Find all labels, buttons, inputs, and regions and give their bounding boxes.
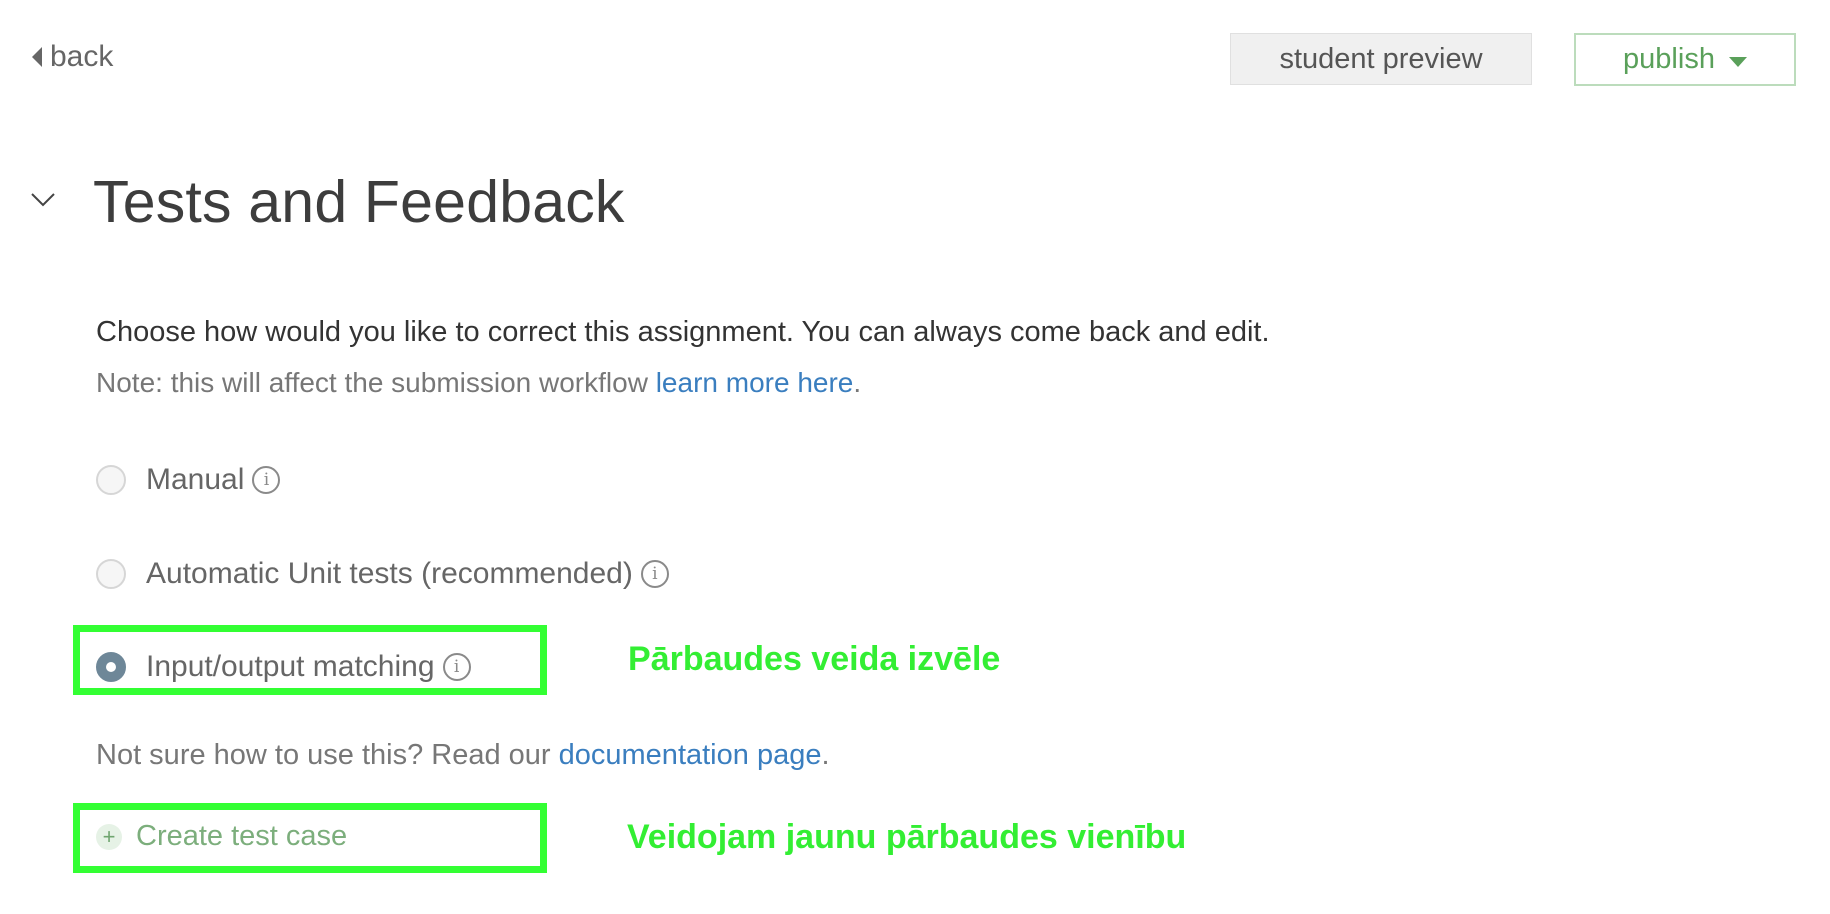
note-end: . — [853, 367, 862, 398]
workflow-note: Note: this will affect the submission wo… — [96, 365, 861, 401]
annotation-check-type: Pārbaudes veida izvēle — [628, 640, 1001, 678]
chevron-down-icon[interactable] — [30, 186, 56, 212]
note-text: Note: this will affect the submission wo… — [96, 367, 656, 398]
back-link[interactable]: back — [32, 40, 113, 74]
option-label: Automatic Unit tests (recommended) — [146, 557, 633, 590]
publish-button[interactable]: publish — [1574, 33, 1796, 86]
back-label: back — [50, 40, 114, 73]
info-icon[interactable]: i — [640, 560, 669, 588]
option-manual[interactable]: Manual i — [96, 462, 281, 498]
student-preview-label: student preview — [1279, 42, 1483, 75]
docs-end: . — [821, 739, 830, 771]
option-label: Manual — [146, 463, 245, 496]
radio-automatic-unit-tests[interactable] — [96, 559, 126, 589]
docs-text: Not sure how to use this? Read our — [96, 739, 559, 771]
annotation-new-case: Veidojam jaunu pārbaudes vienību — [627, 818, 1187, 856]
caret-left-icon — [32, 47, 42, 67]
docs-hint: Not sure how to use this? Read our docum… — [96, 737, 830, 773]
info-icon[interactable]: i — [252, 466, 281, 494]
learn-more-link[interactable]: learn more here — [656, 367, 854, 398]
highlight-box-option — [73, 625, 547, 695]
publish-label: publish — [1623, 43, 1715, 75]
option-automatic-unit-tests[interactable]: Automatic Unit tests (recommended) i — [96, 556, 669, 592]
documentation-link[interactable]: documentation page — [559, 739, 822, 771]
radio-manual[interactable] — [96, 465, 126, 495]
intro-text: Choose how would you like to correct thi… — [96, 316, 1270, 348]
highlight-box-create — [73, 803, 547, 873]
student-preview-button[interactable]: student preview — [1230, 33, 1532, 85]
caret-down-icon — [1728, 56, 1747, 67]
section-title: Tests and Feedback — [93, 169, 625, 235]
